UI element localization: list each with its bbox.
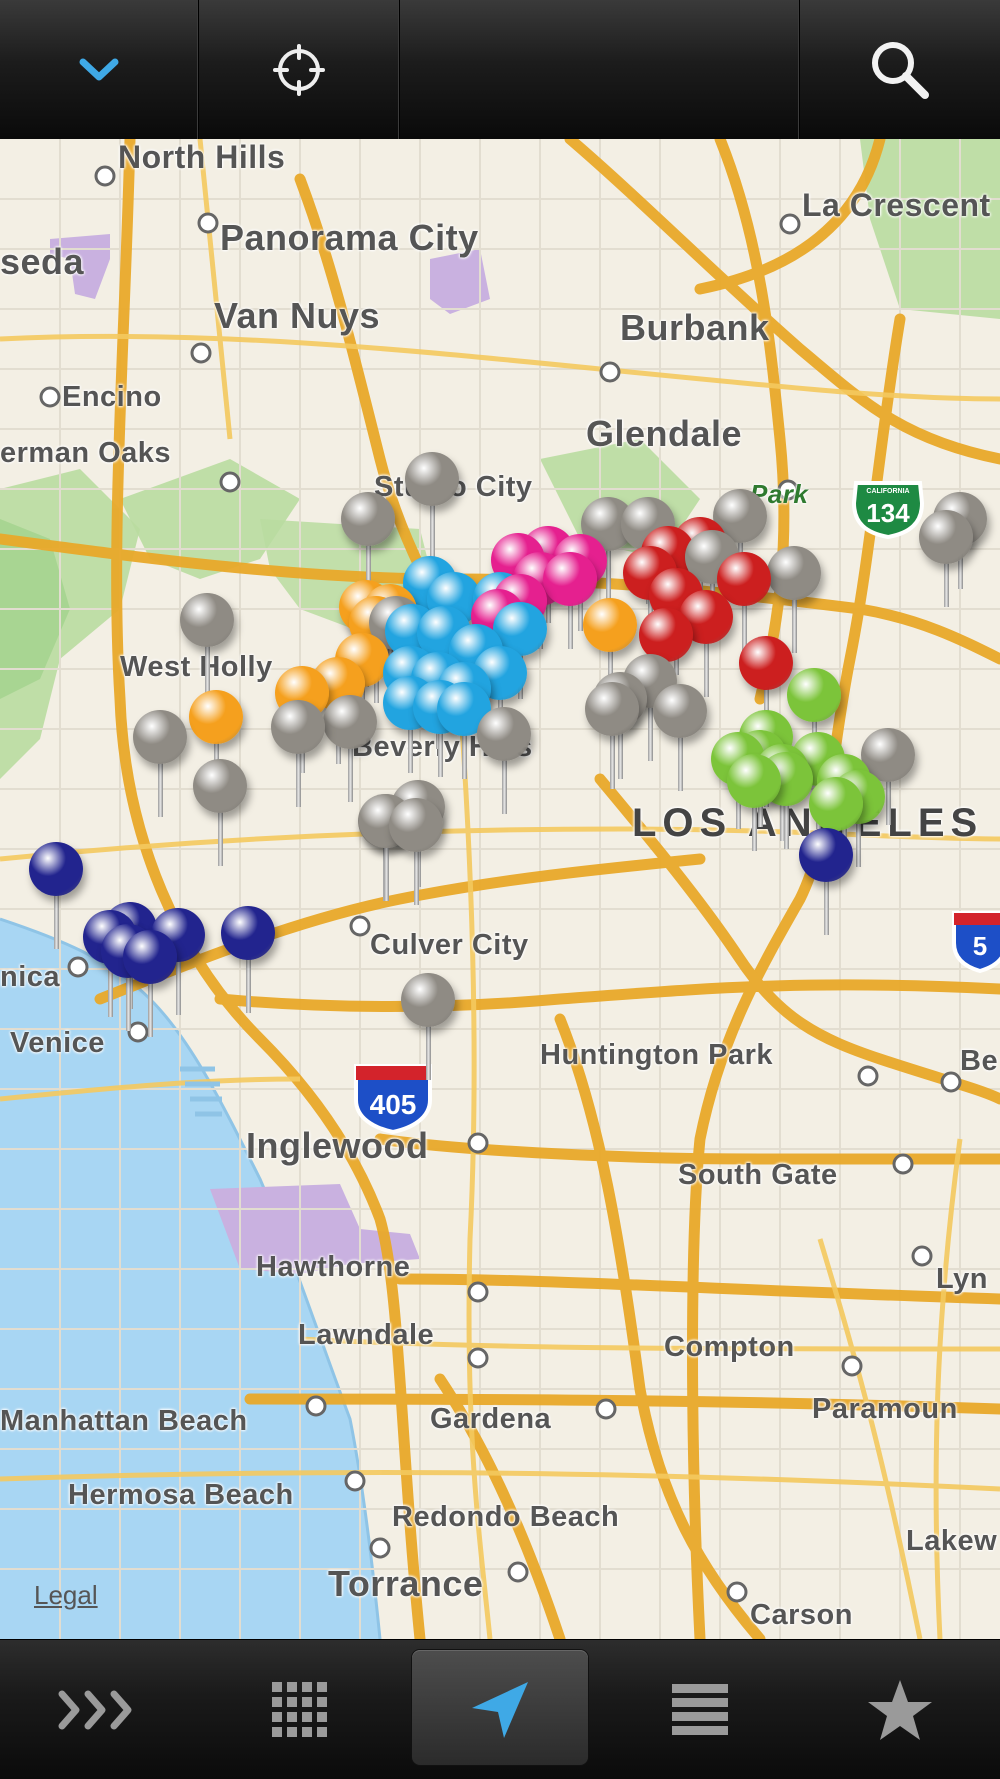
- search-button[interactable]: [800, 0, 1000, 139]
- label-lynwood: Lyn: [936, 1263, 988, 1295]
- tab-grid[interactable]: [200, 1640, 400, 1779]
- tab-favorites[interactable]: [800, 1640, 1000, 1779]
- navigate-arrow-icon: [472, 1681, 528, 1738]
- forward-icon: [58, 1690, 132, 1729]
- pin-head: [787, 668, 841, 722]
- interstate-5-number: 5: [972, 931, 988, 961]
- label-lakewood: Lakew: [906, 1525, 998, 1557]
- pin-head: [193, 759, 247, 813]
- label-culver-city: Culver City: [370, 929, 529, 961]
- pin-head: [133, 710, 187, 764]
- label-paramount: Paramoun: [812, 1393, 958, 1425]
- pin-head: [585, 682, 639, 736]
- search-icon: [871, 41, 929, 99]
- pin-head: [543, 552, 597, 606]
- label-torrance: Torrance: [328, 1563, 484, 1604]
- pin-head: [189, 690, 243, 744]
- pin-head: [323, 695, 377, 749]
- label-huntington-park: Huntington Park: [540, 1039, 774, 1071]
- pin-head: [405, 452, 459, 506]
- pin-head: [180, 593, 234, 647]
- pin-head: [919, 510, 973, 564]
- pin-head: [799, 828, 853, 882]
- grid-icon: [272, 1681, 327, 1737]
- pin-head: [271, 700, 325, 754]
- legal-link[interactable]: Legal: [34, 1580, 98, 1611]
- pin-head: [389, 798, 443, 852]
- label-bell: Be: [960, 1045, 999, 1077]
- collapse-button[interactable]: [0, 0, 200, 139]
- ca-134-number: 134: [866, 498, 910, 528]
- pin-head: [341, 492, 395, 546]
- pin-head: [767, 546, 821, 600]
- label-compton: Compton: [664, 1331, 795, 1363]
- bottom-tabbar: [0, 1639, 1000, 1779]
- pin-head: [29, 842, 83, 896]
- map-view[interactable]: 405 CALIFORNIA 134 5 North Hills La Cres…: [0, 139, 1000, 1639]
- pin-head: [727, 754, 781, 808]
- label-reseda: seda: [0, 241, 85, 282]
- ca-134-top: CALIFORNIA: [866, 488, 910, 495]
- label-glendale: Glendale: [586, 413, 743, 454]
- list-icon: [672, 1683, 728, 1735]
- label-manhattan-beach: Manhattan Beach: [0, 1405, 248, 1437]
- star-icon: [868, 1679, 932, 1740]
- label-sherman-oaks: erman Oaks: [0, 437, 172, 469]
- locate-me-button[interactable]: [199, 0, 400, 139]
- label-north-hills: North Hills: [118, 139, 286, 175]
- tab-forward[interactable]: [0, 1640, 200, 1779]
- label-hermosa-beach: Hermosa Beach: [68, 1479, 294, 1511]
- label-la-crescenta: La Crescent: [802, 187, 991, 223]
- tab-navigate[interactable]: [400, 1640, 600, 1779]
- toolbar-spacer: [400, 0, 800, 139]
- label-carson: Carson: [750, 1599, 853, 1631]
- pin-head: [123, 930, 177, 984]
- crosshair-icon: [273, 43, 326, 96]
- label-burbank: Burbank: [620, 307, 770, 348]
- label-south-gate: South Gate: [678, 1159, 838, 1191]
- label-gardena: Gardena: [430, 1403, 552, 1435]
- pin-head: [739, 636, 793, 690]
- pin-head: [221, 906, 275, 960]
- label-hawthorne: Hawthorne: [256, 1251, 411, 1283]
- pin-head: [583, 598, 637, 652]
- pin-head: [401, 973, 455, 1027]
- label-panorama-city: Panorama City: [220, 217, 479, 258]
- label-redondo-beach: Redondo Beach: [392, 1501, 620, 1533]
- interstate-405-number: 405: [369, 1089, 417, 1120]
- pin-head: [653, 684, 707, 738]
- pin-head: [477, 707, 531, 761]
- tab-list[interactable]: [600, 1640, 800, 1779]
- pin-head: [809, 777, 863, 831]
- label-inglewood: Inglewood: [246, 1125, 429, 1166]
- label-lawndale: Lawndale: [298, 1319, 435, 1351]
- label-santa-monica: nica: [0, 961, 61, 993]
- label-encino: Encino: [62, 381, 162, 413]
- label-west-hollywood: West Holly: [120, 651, 273, 683]
- label-venice: Venice: [10, 1027, 105, 1059]
- top-toolbar: [0, 0, 1000, 140]
- label-van-nuys: Van Nuys: [214, 295, 381, 336]
- chevron-down-icon: [79, 58, 119, 80]
